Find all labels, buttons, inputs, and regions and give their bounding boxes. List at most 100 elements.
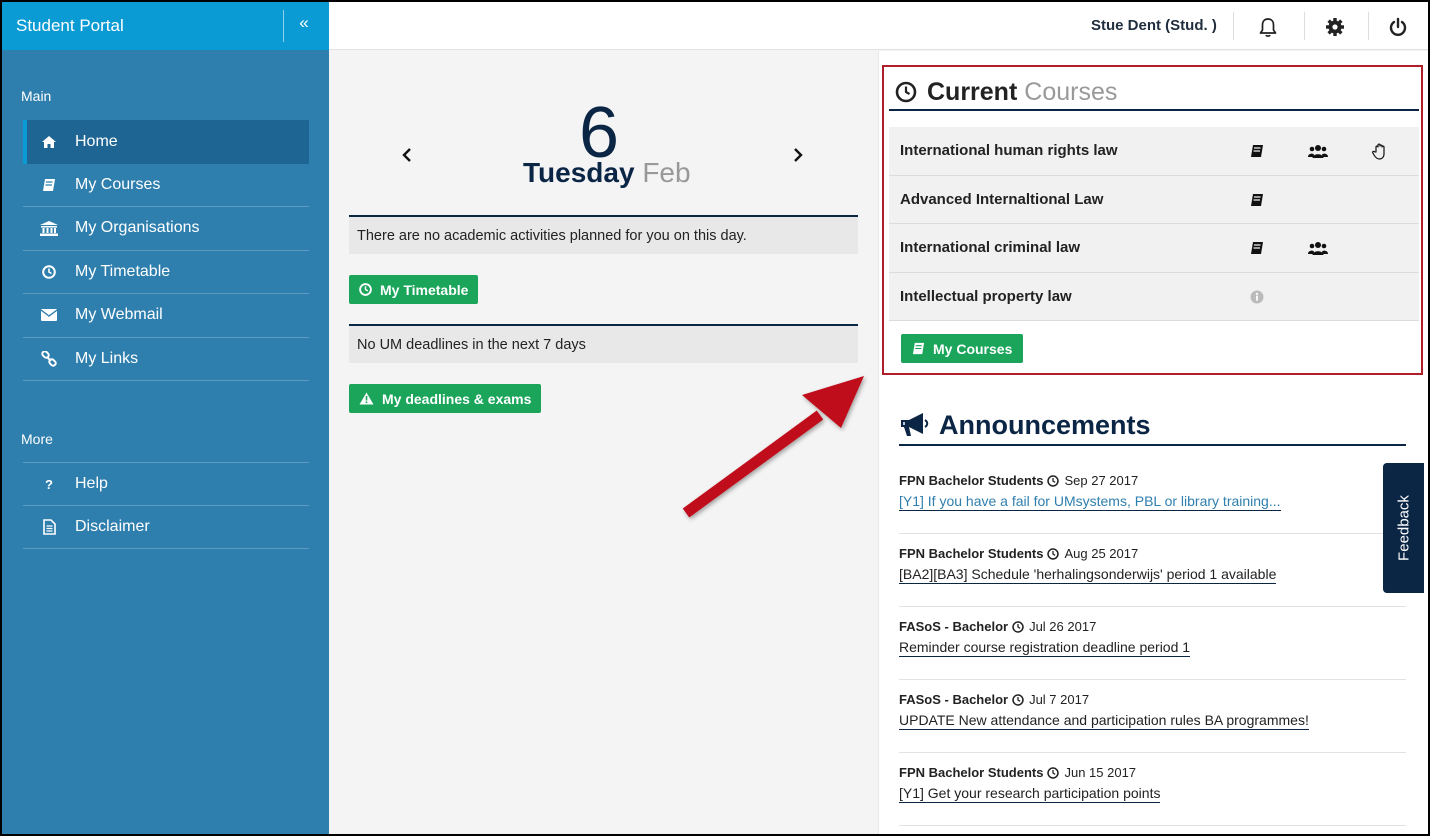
clock-icon [1012, 620, 1024, 633]
current-courses-title: Current [927, 77, 1018, 106]
sidebar-item-label: My Links [75, 349, 139, 367]
book-icon [912, 342, 925, 355]
info-icon[interactable] [1247, 288, 1267, 306]
clock-icon [1012, 693, 1024, 706]
announcement-date: Aug 25 2017 [1064, 546, 1139, 561]
sidebar-item-label: My Organisations [75, 219, 200, 237]
institution-icon [39, 218, 59, 238]
warning-icon [359, 392, 374, 405]
announcement-item: FPN Bachelor Students Jun 15 2017 [Y1] G… [899, 753, 1406, 826]
clock-icon [895, 81, 917, 103]
course-name: International criminal law [900, 239, 1081, 256]
course-row[interactable]: International criminal law [889, 224, 1419, 273]
gear-icon[interactable] [1323, 15, 1347, 39]
no-deadlines-message: No UM deadlines in the next 7 days [349, 324, 858, 363]
button-label: My deadlines & exams [382, 390, 532, 407]
announcements-header: Announcements [899, 406, 1406, 446]
course-name: International human rights law [900, 142, 1118, 159]
sidebar-item-disclaimer[interactable]: Disclaimer [23, 506, 309, 549]
megaphone-icon [901, 413, 929, 436]
announcement-link[interactable]: UPDATE New attendance and participation … [899, 712, 1309, 730]
announcements-title: Announcements [939, 409, 1151, 440]
sidebar-item-my-organisations[interactable]: My Organisations [23, 207, 309, 251]
announcement-author: FASoS - Bachelor [899, 619, 1009, 634]
clock-icon [359, 283, 372, 296]
announcement-item: FPN Bachelor Students Aug 25 2017 [BA2][… [899, 534, 1406, 607]
previous-day-button[interactable] [397, 143, 417, 167]
sidebar-item-my-courses[interactable]: My Courses [23, 164, 309, 207]
day-heading: Tuesday Feb [523, 157, 691, 189]
sidebar-item-my-webmail[interactable]: My Webmail [23, 294, 309, 338]
announcement-link[interactable]: [Y1] If you have a fail for UMsystems, P… [899, 493, 1281, 511]
portal-window: Student Portal « Main Home My Courses My… [2, 2, 1428, 834]
sidebar-item-label: My Webmail [75, 306, 163, 324]
my-courses-button[interactable]: My Courses [901, 334, 1024, 363]
sidebar-item-my-timetable[interactable]: My Timetable [23, 251, 309, 294]
sidebar: Student Portal « Main Home My Courses My… [2, 2, 329, 834]
sidebar-item-label: My Timetable [75, 262, 171, 280]
announcement-date: Jul 26 2017 [1029, 619, 1097, 634]
section-label-more: More [21, 431, 53, 447]
course-row[interactable]: International human rights law [889, 127, 1419, 176]
user-name[interactable]: Stue Dent (Stud. ) [1091, 17, 1217, 34]
clock-icon [1047, 766, 1060, 779]
brand-title[interactable]: Student Portal [16, 16, 124, 36]
book-icon [39, 175, 59, 195]
users-icon[interactable] [1308, 142, 1328, 160]
next-day-button[interactable] [788, 143, 808, 167]
announcement-author: FPN Bachelor Students [899, 473, 1044, 488]
button-label: My Timetable [380, 281, 469, 298]
sidebar-header: Student Portal « [2, 2, 329, 50]
section-label-main: Main [21, 88, 52, 104]
sidebar-header-divider [283, 10, 284, 42]
clock-icon [39, 262, 59, 282]
announcement-date: Jun 15 2017 [1064, 765, 1137, 780]
question-icon: ? [39, 474, 59, 494]
announcement-link[interactable]: [Y1] Get your research participation poi… [899, 785, 1161, 803]
more-nav: ? Help Disclaimer [23, 462, 309, 549]
sidebar-item-my-links[interactable]: My Links [23, 338, 309, 381]
announcement-author: FPN Bachelor Students [899, 546, 1044, 561]
main-nav: Home My Courses My Organisations My Time… [23, 120, 309, 381]
my-deadlines-button[interactable]: My deadlines & exams [349, 384, 542, 413]
announcement-link[interactable]: Reminder course registration deadline pe… [899, 639, 1191, 657]
sidebar-item-help[interactable]: ? Help [23, 462, 309, 506]
announcement-list: FPN Bachelor Students Sep 27 2017 [Y1] I… [899, 461, 1406, 826]
day-panel: 6 Tuesday Feb There are no academic acti… [329, 51, 878, 834]
month-name: Feb [642, 157, 691, 188]
announcement-author: FPN Bachelor Students [899, 765, 1044, 780]
users-icon[interactable] [1308, 239, 1328, 257]
sidebar-item-label: Disclaimer [75, 517, 150, 535]
course-name: Advanced Internaltional Law [900, 190, 1104, 208]
collapse-sidebar-button[interactable]: « [293, 13, 315, 37]
topbar-divider [1304, 12, 1305, 40]
sidebar-item-home[interactable]: Home [23, 120, 309, 164]
book-icon[interactable] [1247, 142, 1267, 160]
announcement-item: FASoS - Bachelor Jul 26 2017 Reminder co… [899, 607, 1406, 680]
topbar-divider [1368, 12, 1369, 40]
announcement-link[interactable]: [BA2][BA3] Schedule 'herhalingsonderwijs… [899, 566, 1277, 584]
book-icon[interactable] [1247, 191, 1267, 209]
top-bar: Stue Dent (Stud. ) [329, 2, 1428, 50]
bell-icon[interactable] [1256, 15, 1280, 39]
sidebar-item-label: Help [75, 474, 108, 492]
announcement-item: FPN Bachelor Students Sep 27 2017 [Y1] I… [899, 461, 1406, 534]
topbar-divider [1233, 12, 1234, 40]
course-list: International human rights law Advanced … [889, 127, 1419, 321]
current-courses-panel: Current Courses International human righ… [882, 65, 1423, 375]
svg-text:?: ? [45, 477, 53, 491]
feedback-tab[interactable]: Feedback [1383, 463, 1424, 593]
button-label: My Courses [933, 340, 1013, 357]
book-icon[interactable] [1247, 239, 1267, 257]
my-timetable-button[interactable]: My Timetable [349, 275, 479, 304]
right-panel: Current Courses International human righ… [878, 51, 1428, 834]
announcement-item: FASoS - Bachelor Jul 7 2017 UPDATE New a… [899, 680, 1406, 753]
envelope-icon [39, 305, 59, 325]
course-row[interactable]: Advanced Internaltional Law [889, 175, 1419, 224]
link-icon [39, 349, 59, 369]
course-row[interactable]: Intellectual property law [889, 272, 1419, 321]
power-icon[interactable] [1386, 15, 1410, 39]
current-courses-header: Current Courses [889, 75, 1419, 111]
document-icon [39, 517, 59, 537]
hand-icon[interactable] [1370, 142, 1390, 160]
